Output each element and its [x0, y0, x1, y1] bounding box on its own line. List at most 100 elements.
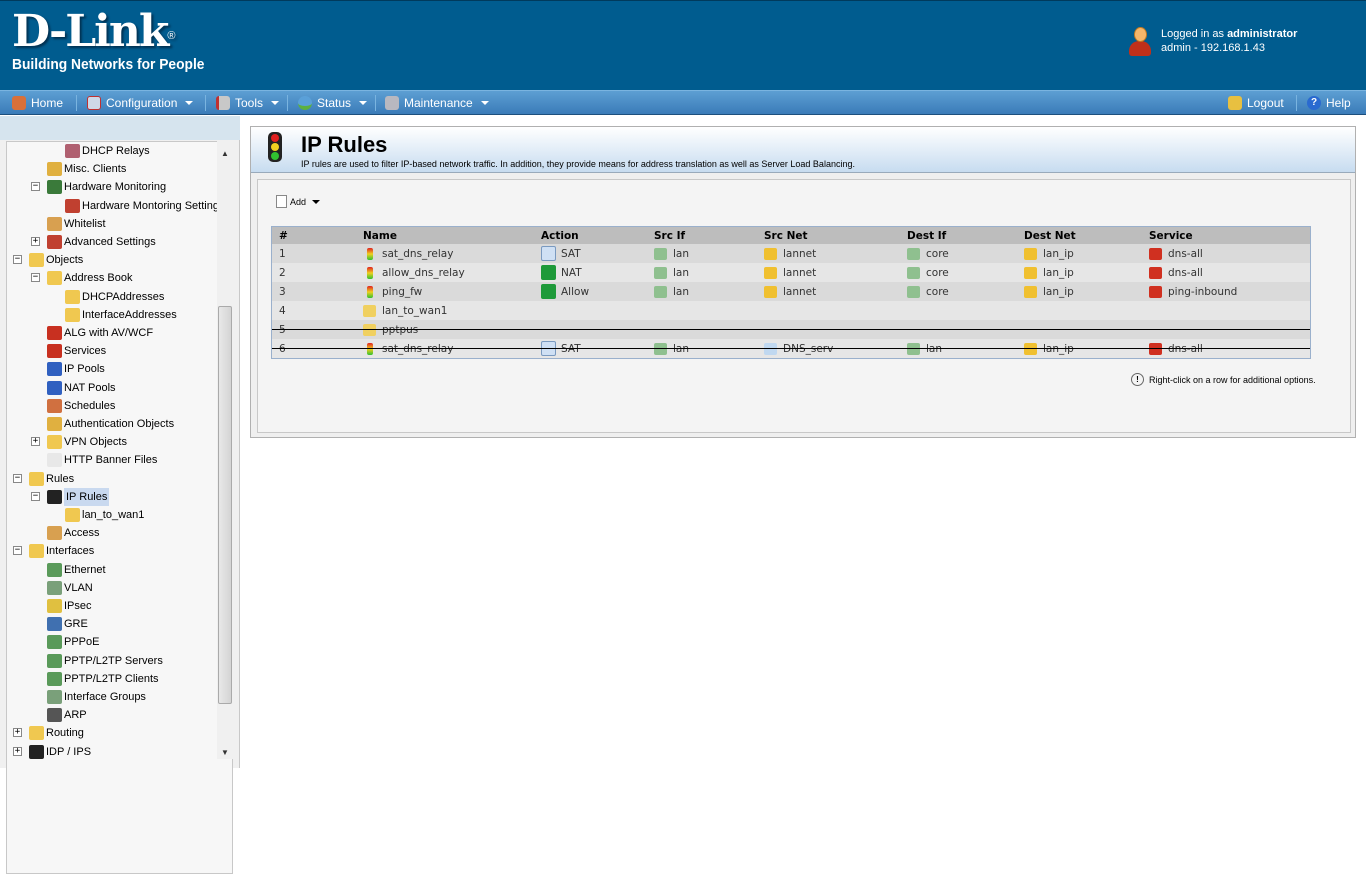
- session-info: admin - 192.168.1.43: [1161, 42, 1265, 54]
- tree-item-pptp-l2tp-servers[interactable]: PPTP/L2TP Servers: [47, 652, 163, 670]
- interface-icon: [907, 342, 920, 355]
- tree-item-services[interactable]: Services: [47, 342, 106, 360]
- tree-item-access[interactable]: Access: [47, 524, 99, 542]
- hint-text: ! Right-click on a row for additional opt…: [1131, 373, 1316, 386]
- schedules-icon: [47, 398, 62, 413]
- tree-item-authentication-objects[interactable]: Authentication Objects: [47, 415, 174, 433]
- scroll-down-icon[interactable]: ▼: [221, 748, 229, 757]
- rule-number: 4: [279, 304, 286, 317]
- tree-item-rules[interactable]: Rules: [29, 470, 74, 488]
- table-row[interactable]: 3 ping_fw Allow lan lannet core lan_ip ping-inb…: [272, 282, 1310, 301]
- column-header[interactable]: Src If: [654, 227, 685, 244]
- dest-if-cell: core: [907, 244, 949, 263]
- tree-item-whitelist[interactable]: Whitelist: [47, 215, 106, 233]
- table-row[interactable]: 6 sat_dns_relay SAT lan DNS_serv lan lan_ip dns…: [272, 339, 1310, 358]
- menu-tools[interactable]: Tools: [216, 95, 280, 111]
- dhcp-relay-icon: [65, 144, 80, 158]
- menu-configuration[interactable]: Configuration: [87, 95, 194, 111]
- tree-item-objects[interactable]: Objects: [29, 251, 83, 269]
- tree-item-hardware-montoring-setting[interactable]: Hardware Montoring Setting: [65, 197, 219, 215]
- tree-item-ip-pools[interactable]: IP Pools: [47, 360, 105, 378]
- column-header[interactable]: Src Net: [764, 227, 808, 244]
- collapse-icon[interactable]: −: [31, 491, 40, 501]
- tree-item-interfaceaddresses[interactable]: InterfaceAddresses: [65, 306, 177, 324]
- rule-action-cell: SAT: [541, 244, 581, 263]
- add-button[interactable]: Add: [276, 195, 321, 208]
- column-header[interactable]: Service: [1149, 227, 1193, 244]
- tree-item-http-banner-files[interactable]: HTTP Banner Files: [47, 451, 157, 469]
- tree-item-label: Hardware Monitoring: [64, 181, 167, 194]
- collapse-icon[interactable]: −: [13, 473, 22, 483]
- tree-item-gre[interactable]: GRE: [47, 615, 88, 633]
- expand-icon[interactable]: +: [31, 437, 40, 447]
- src-if: lan: [673, 247, 690, 260]
- tree-item-pptp-l2tp-clients[interactable]: PPTP/L2TP Clients: [47, 670, 159, 688]
- tree-item-arp[interactable]: ARP: [47, 706, 87, 724]
- rule-name: ping_fw: [382, 285, 423, 298]
- sat-icon: [541, 246, 556, 261]
- table-row[interactable]: 5 pptpus: [272, 320, 1310, 339]
- help-button[interactable]: ? Help: [1307, 95, 1351, 111]
- collapse-icon[interactable]: −: [31, 182, 40, 192]
- src-net-cell: DNS_serv: [764, 339, 833, 358]
- collapse-icon[interactable]: −: [13, 546, 22, 556]
- interface-icon: [654, 266, 667, 279]
- tree-item-dhcp-relays[interactable]: DHCP Relays: [65, 142, 150, 160]
- src-net: lannet: [783, 266, 817, 279]
- menu-home[interactable]: Home: [12, 95, 63, 111]
- table-row[interactable]: 4 lan_to_wan1: [272, 301, 1310, 320]
- tree-item-ipsec[interactable]: IPsec: [47, 597, 92, 615]
- rule-action: SAT: [561, 247, 581, 260]
- column-header[interactable]: Name: [363, 227, 397, 244]
- rule-name: lan_to_wan1: [382, 304, 448, 317]
- expand-icon[interactable]: +: [13, 728, 22, 738]
- table-row[interactable]: 2 allow_dns_relay NAT lan lannet core lan_ip dn…: [272, 263, 1310, 282]
- collapse-icon[interactable]: −: [31, 273, 40, 283]
- menu-configuration-label: Configuration: [106, 96, 178, 110]
- tree-item-alg-with-av-wcf[interactable]: ALG with AV/WCF: [47, 324, 153, 342]
- scroll-up-icon[interactable]: ▲: [221, 149, 229, 158]
- tree-item-dhcpaddresses[interactable]: DHCPAddresses: [65, 288, 164, 306]
- tree-item-pppoe[interactable]: PPPoE: [47, 633, 99, 651]
- tree-item-misc-clients[interactable]: Misc. Clients: [47, 160, 126, 178]
- column-header[interactable]: #: [279, 227, 288, 244]
- logout-button[interactable]: Logout: [1228, 95, 1284, 111]
- tree-item-interfaces[interactable]: Interfaces: [29, 542, 94, 560]
- tree-item-vpn-objects[interactable]: VPN Objects: [47, 433, 127, 451]
- rule-number: 3: [279, 285, 286, 298]
- tree-item-schedules[interactable]: Schedules: [47, 397, 115, 415]
- tree-item-routing[interactable]: Routing: [29, 724, 84, 742]
- user-avatar-icon: [1128, 27, 1152, 57]
- tree-item-nat-pools[interactable]: NAT Pools: [47, 379, 116, 397]
- column-header[interactable]: Dest If: [907, 227, 946, 244]
- folder-icon: [29, 544, 44, 559]
- tree-item-hardware-monitoring[interactable]: Hardware Monitoring: [47, 178, 166, 196]
- expand-icon[interactable]: +: [31, 237, 40, 246]
- tree-item-vlan[interactable]: VLAN: [47, 579, 93, 597]
- logout-label: Logout: [1247, 96, 1284, 110]
- address-icon: [764, 266, 777, 279]
- collapse-icon[interactable]: −: [13, 255, 22, 265]
- column-header[interactable]: Action: [541, 227, 579, 244]
- dest-net: lan_ip: [1043, 342, 1074, 355]
- tree-item-advanced-settings[interactable]: Advanced Settings: [47, 233, 156, 251]
- tree-item-label: ARP: [64, 709, 87, 722]
- tree-item-ethernet[interactable]: Ethernet: [47, 561, 106, 579]
- menu-status[interactable]: Status: [298, 95, 368, 111]
- tree-item-label: DHCPAddresses: [82, 290, 165, 303]
- menu-tools-label: Tools: [235, 96, 264, 110]
- expand-icon[interactable]: +: [13, 746, 22, 756]
- column-header[interactable]: Dest Net: [1024, 227, 1076, 244]
- scrollbar-thumb[interactable]: [218, 306, 232, 704]
- menu-maintenance[interactable]: Maintenance: [385, 95, 489, 111]
- tree-item-ip-rules[interactable]: IP Rules: [47, 487, 110, 506]
- tree-item-idp-ips[interactable]: IDP / IPS: [29, 743, 91, 761]
- ip-pools-icon: [47, 362, 62, 377]
- tree-item-address-book[interactable]: Address Book: [47, 269, 132, 287]
- dest-net-cell: lan_ip: [1024, 282, 1074, 301]
- content-area: IP Rules IP rules are used to filter IP-…: [250, 126, 1356, 438]
- table-row[interactable]: 1 sat_dns_relay SAT lan lannet core lan_ip dns-…: [272, 244, 1310, 263]
- tree-item-interface-groups[interactable]: Interface Groups: [47, 688, 146, 706]
- tree-item-lan-to-wan1[interactable]: lan_to_wan1: [65, 506, 144, 524]
- sidebar-scrollbar[interactable]: ▲ ▼: [217, 141, 234, 759]
